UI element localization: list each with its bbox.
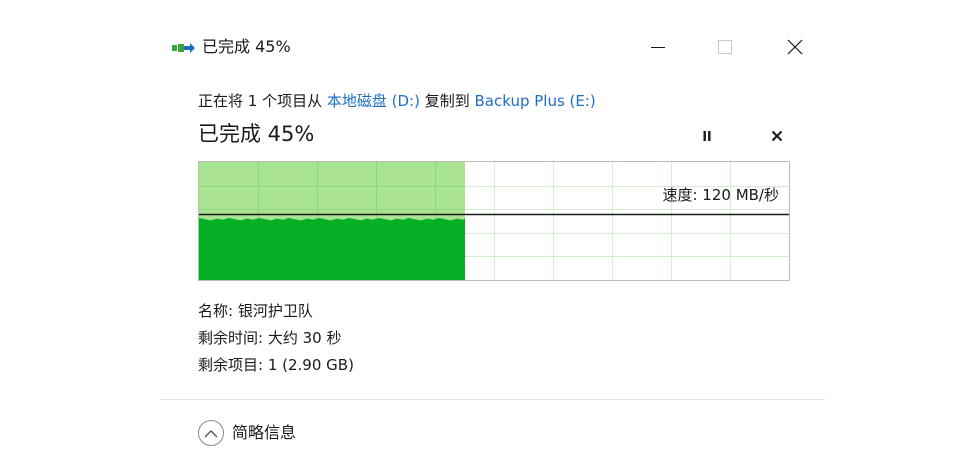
chevron-up-icon: [198, 420, 224, 446]
minimize-button[interactable]: [635, 28, 681, 66]
copy-progress-window: 已完成 45% 正在将 1 个项目从 本地磁盘 (D:) 复制到 Backup …: [160, 20, 825, 474]
maximize-button[interactable]: [702, 28, 748, 66]
details-panel: 名称: 银河护卫队 剩余时间: 大约 30 秒 剩余项目: 1 (2.90 GB…: [198, 298, 354, 379]
pause-icon: [703, 131, 711, 141]
file-move-icon: [172, 40, 196, 54]
less-info-label: 简略信息: [232, 423, 297, 442]
copy-description: 正在将 1 个项目从 本地磁盘 (D:) 复制到 Backup Plus (E:…: [198, 90, 596, 112]
speed-graph-canvas: [199, 162, 789, 280]
close-icon: [787, 39, 803, 55]
speed-history-fill: [199, 218, 465, 280]
progress-title: 已完成 45%: [198, 122, 315, 146]
time-remaining: 剩余时间: 大约 30 秒: [198, 329, 342, 347]
file-name: 名称: 银河护卫队: [198, 302, 313, 320]
footer-divider: [160, 399, 825, 400]
copy-prefix: 正在将 1 个项目从: [198, 92, 327, 110]
maximize-icon: [718, 40, 732, 54]
window-title: 已完成 45%: [202, 37, 291, 56]
minimize-icon: [651, 47, 665, 48]
close-button[interactable]: [772, 28, 818, 66]
title-bar: 已完成 45%: [160, 20, 825, 74]
transfer-speed-graph: 速度: 120 MB/秒: [198, 161, 790, 281]
pause-button[interactable]: [695, 124, 719, 148]
destination-drive-link[interactable]: Backup Plus (E:): [474, 92, 595, 110]
cancel-icon: [771, 130, 783, 142]
cancel-button[interactable]: [765, 124, 789, 148]
speed-label: 速度: 120 MB/秒: [662, 186, 779, 204]
source-drive-link[interactable]: 本地磁盘 (D:): [327, 92, 420, 110]
less-info-toggle[interactable]: 简略信息: [198, 418, 296, 448]
copy-middle: 复制到: [419, 92, 475, 110]
items-remaining: 剩余项目: 1 (2.90 GB): [198, 356, 354, 374]
